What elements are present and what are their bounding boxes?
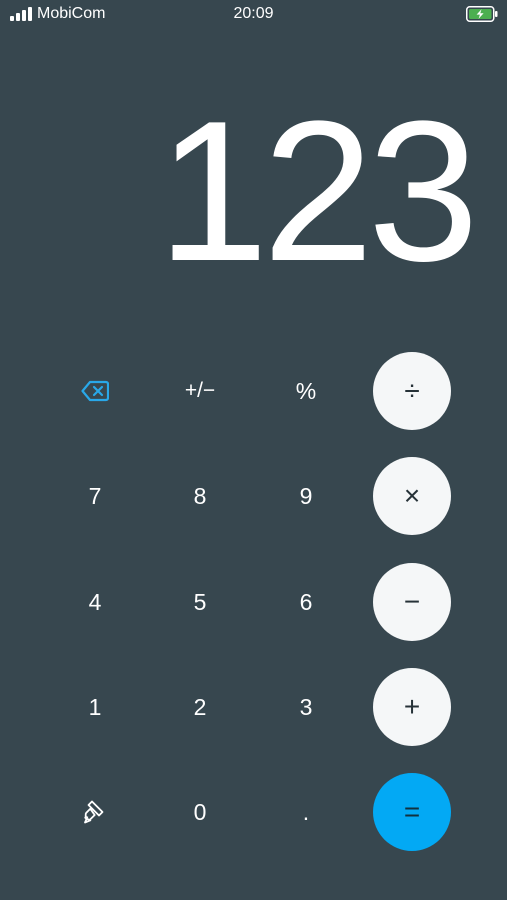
- decimal-button[interactable]: .: [266, 772, 346, 852]
- multiply-button[interactable]: ×: [373, 457, 451, 535]
- plus-minus-button[interactable]: +/−: [160, 351, 240, 431]
- plus-label: +: [403, 691, 421, 722]
- multiply-label: ×: [403, 480, 421, 511]
- digit-7-button[interactable]: 7: [55, 456, 135, 536]
- digit-1-button[interactable]: 1: [55, 667, 135, 747]
- digit-3-button[interactable]: 3: [266, 667, 346, 747]
- digit-2-button[interactable]: 2: [160, 667, 240, 747]
- digit-9-button[interactable]: 9: [266, 456, 346, 536]
- digit-7-label: 7: [88, 482, 102, 509]
- divide-button[interactable]: ÷: [373, 352, 451, 430]
- plus-button[interactable]: +: [373, 668, 451, 746]
- equals-label: =: [403, 796, 421, 827]
- status-time: 20:09: [233, 5, 274, 22]
- percent-button[interactable]: %: [266, 351, 346, 431]
- backspace-icon: [81, 380, 109, 402]
- battery-charging-icon: [466, 6, 498, 22]
- divide-label: ÷: [404, 375, 420, 406]
- digit-0-label: 0: [193, 798, 207, 825]
- digit-9-label: 9: [299, 482, 313, 509]
- status-bar: MobiCom 20:09: [0, 0, 507, 30]
- digit-4-button[interactable]: 4: [55, 562, 135, 642]
- result-display: 123: [157, 80, 479, 303]
- digit-2-label: 2: [193, 693, 207, 720]
- backspace-button[interactable]: [55, 351, 135, 431]
- digit-6-button[interactable]: 6: [266, 562, 346, 642]
- minus-button[interactable]: −: [373, 563, 451, 641]
- digit-0-button[interactable]: 0: [160, 772, 240, 852]
- paintbrush-icon: [84, 800, 104, 824]
- digit-3-label: 3: [299, 693, 313, 720]
- plus-minus-label: +/−: [184, 379, 216, 402]
- digit-1-label: 1: [88, 693, 102, 720]
- digit-5-button[interactable]: 5: [160, 562, 240, 642]
- theme-button[interactable]: [55, 772, 135, 852]
- digit-5-label: 5: [193, 588, 207, 615]
- digit-8-button[interactable]: 8: [160, 456, 240, 536]
- digit-6-label: 6: [299, 588, 313, 615]
- decimal-label: .: [302, 798, 310, 825]
- minus-label: −: [403, 586, 421, 617]
- equals-button[interactable]: =: [373, 773, 451, 851]
- digit-8-label: 8: [193, 482, 207, 509]
- percent-label: %: [295, 377, 317, 404]
- digit-4-label: 4: [88, 588, 102, 615]
